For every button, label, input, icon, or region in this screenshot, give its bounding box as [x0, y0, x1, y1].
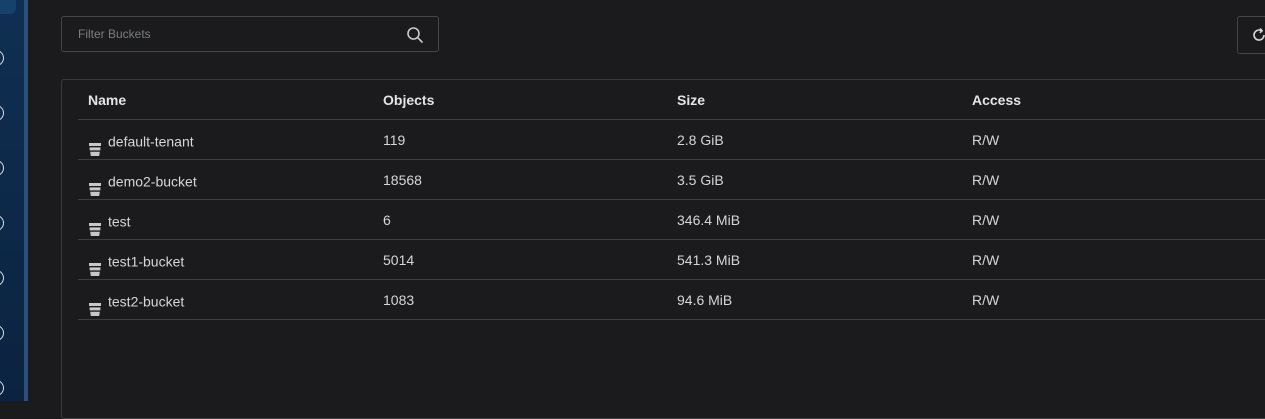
sidebar-nav-icon-7[interactable] — [0, 380, 4, 396]
objects-cell: 1083 — [383, 292, 415, 308]
bucket-icon — [88, 172, 102, 197]
table-row[interactable]: test1-bucket 5014 541.3 MiB R/W — [78, 240, 1265, 280]
bucket-name-cell: test — [88, 200, 131, 239]
objects-cell: 5014 — [383, 252, 415, 268]
access-cell: R/W — [972, 132, 1000, 148]
search-icon[interactable] — [406, 26, 424, 44]
size-cell: 541.3 MiB — [677, 252, 741, 268]
column-header-objects[interactable]: Objects — [383, 80, 434, 119]
column-header-name[interactable]: Name — [88, 80, 126, 119]
sidebar-nav-icon-2[interactable] — [0, 105, 4, 121]
buckets-table-panel: Name Objects Size Access default-tenant … — [61, 79, 1265, 419]
sidebar-active-tab[interactable] — [0, 0, 16, 14]
size-cell: 3.5 GiB — [677, 172, 724, 188]
objects-cell: 6 — [383, 212, 391, 228]
column-header-access[interactable]: Access — [972, 80, 1021, 119]
bucket-icon — [88, 132, 102, 157]
access-cell: R/W — [972, 172, 1000, 188]
table-row[interactable]: default-tenant 119 2.8 GiB R/W — [78, 120, 1265, 160]
sidebar — [0, 0, 24, 401]
sidebar-divider — [24, 0, 28, 401]
refresh-button[interactable] — [1237, 16, 1265, 54]
access-cell: R/W — [972, 212, 1000, 228]
sidebar-nav-icon-4[interactable] — [0, 215, 4, 231]
sidebar-nav-icon-1[interactable] — [0, 50, 4, 66]
filter-buckets-box — [61, 16, 439, 52]
buckets-table: Name Objects Size Access default-tenant … — [78, 80, 1265, 320]
sidebar-nav-icon-3[interactable] — [0, 160, 4, 176]
bucket-name-cell: demo2-bucket — [88, 160, 197, 199]
refresh-icon — [1251, 27, 1265, 43]
table-row[interactable]: demo2-bucket 18568 3.5 GiB R/W — [78, 160, 1265, 200]
bucket-name-cell: default-tenant — [88, 120, 194, 159]
bucket-name-cell: test1-bucket — [88, 240, 184, 279]
size-cell: 94.6 MiB — [677, 292, 733, 308]
bucket-icon — [88, 212, 102, 237]
access-cell: R/W — [972, 252, 1000, 268]
column-header-size[interactable]: Size — [677, 80, 705, 119]
table-row[interactable]: test2-bucket 1083 94.6 MiB R/W — [78, 280, 1265, 320]
bucket-icon — [88, 252, 102, 277]
table-row[interactable]: test 6 346.4 MiB R/W — [78, 200, 1265, 240]
access-cell: R/W — [972, 292, 1000, 308]
size-cell: 2.8 GiB — [677, 132, 724, 148]
objects-cell: 119 — [383, 132, 406, 148]
filter-buckets-input[interactable] — [62, 17, 408, 51]
objects-cell: 18568 — [383, 172, 422, 188]
sidebar-nav-icon-6[interactable] — [0, 325, 4, 341]
size-cell: 346.4 MiB — [677, 212, 741, 228]
table-header: Name Objects Size Access — [78, 80, 1265, 120]
sidebar-nav-icon-5[interactable] — [0, 270, 4, 286]
bucket-name-cell: test2-bucket — [88, 280, 184, 319]
bucket-icon — [88, 292, 102, 317]
